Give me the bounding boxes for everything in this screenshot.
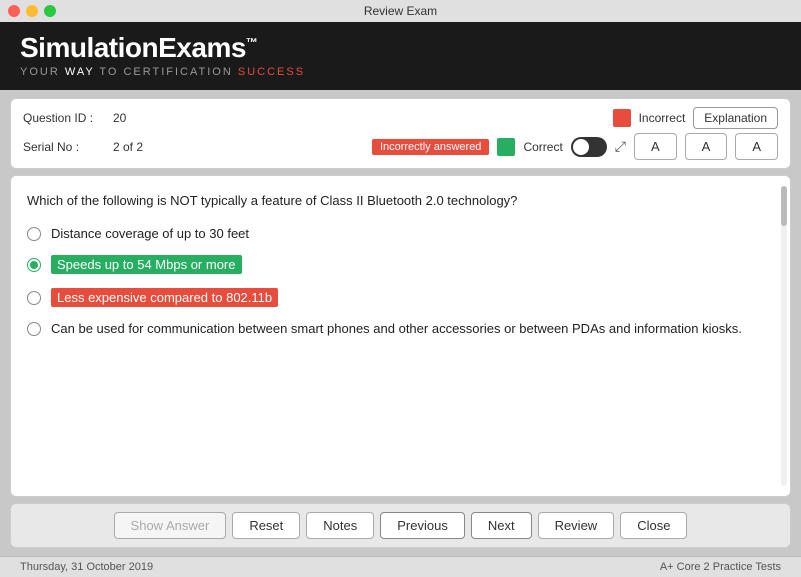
scrollbar-thumb bbox=[781, 186, 787, 226]
reset-button[interactable]: Reset bbox=[232, 512, 300, 539]
correct-dot bbox=[497, 138, 515, 156]
footer-date: Thursday, 31 October 2019 bbox=[20, 561, 153, 573]
show-answer-button[interactable]: Show Answer bbox=[114, 512, 227, 539]
question-id-label: Question ID : bbox=[23, 111, 103, 125]
previous-button[interactable]: Previous bbox=[380, 512, 465, 539]
question-panel: Which of the following is NOT typically … bbox=[10, 175, 791, 497]
incorrect-label: Incorrect bbox=[639, 111, 686, 125]
serial-no-value: 2 of 2 bbox=[113, 140, 362, 154]
incorrect-dot bbox=[613, 109, 631, 127]
explanation-button[interactable]: Explanation bbox=[693, 107, 778, 129]
font-medium-button[interactable]: A bbox=[685, 133, 728, 160]
info-panel: Question ID : 20 Incorrect Explanation S… bbox=[10, 98, 791, 169]
window-controls bbox=[8, 5, 56, 17]
correct-label: Correct bbox=[523, 140, 562, 154]
question-id-row: Question ID : 20 Incorrect Explanation bbox=[23, 107, 778, 129]
maximize-window-button[interactable] bbox=[44, 5, 56, 17]
option-2[interactable]: Speeds up to 54 Mbps or more bbox=[27, 255, 774, 274]
question-id-value: 20 bbox=[113, 111, 603, 125]
option-4-radio[interactable] bbox=[27, 322, 41, 336]
option-1[interactable]: Distance coverage of up to 30 feet bbox=[27, 226, 774, 241]
next-button[interactable]: Next bbox=[471, 512, 532, 539]
font-small-button[interactable]: A bbox=[634, 133, 677, 160]
bottom-bar: Show Answer Reset Notes Previous Next Re… bbox=[10, 503, 791, 548]
app-title: SimulationExams™ bbox=[20, 32, 781, 64]
info-right-row2: Incorrectly answered Correct ⤢ A A A bbox=[372, 133, 778, 160]
window-title: Review Exam bbox=[364, 4, 437, 18]
option-4-text: Can be used for communication between sm… bbox=[51, 321, 742, 336]
footer: Thursday, 31 October 2019 A+ Core 2 Prac… bbox=[0, 556, 801, 577]
serial-no-label: Serial No : bbox=[23, 140, 103, 154]
toggle-knob bbox=[573, 139, 589, 155]
header-banner: SimulationExams™ YOUR WAY TO CERTIFICATI… bbox=[0, 22, 801, 90]
option-3-text: Less expensive compared to 802.11b bbox=[51, 288, 278, 307]
minimize-window-button[interactable] bbox=[26, 5, 38, 17]
scrollbar-track[interactable] bbox=[781, 186, 787, 486]
option-2-radio[interactable] bbox=[27, 258, 41, 272]
fullscreen-icon[interactable]: ⤢ bbox=[615, 138, 626, 155]
option-1-text: Distance coverage of up to 30 feet bbox=[51, 226, 249, 241]
close-button[interactable]: Close bbox=[620, 512, 687, 539]
main-area: Question ID : 20 Incorrect Explanation S… bbox=[0, 90, 801, 556]
option-2-text: Speeds up to 54 Mbps or more bbox=[51, 255, 242, 274]
title-bar: Review Exam bbox=[0, 0, 801, 22]
info-right-row1: Incorrect Explanation bbox=[613, 107, 778, 129]
font-large-button[interactable]: A bbox=[735, 133, 778, 160]
option-3-radio[interactable] bbox=[27, 291, 41, 305]
question-text: Which of the following is NOT typically … bbox=[27, 192, 774, 210]
close-window-button[interactable] bbox=[8, 5, 20, 17]
option-1-radio[interactable] bbox=[27, 227, 41, 241]
app-subtitle: YOUR WAY TO CERTIFICATION SUCCESS bbox=[20, 66, 781, 78]
notes-button[interactable]: Notes bbox=[306, 512, 374, 539]
serial-no-row: Serial No : 2 of 2 Incorrectly answered … bbox=[23, 133, 778, 160]
review-button[interactable]: Review bbox=[538, 512, 615, 539]
footer-product: A+ Core 2 Practice Tests bbox=[660, 561, 781, 573]
incorrectly-answered-badge: Incorrectly answered bbox=[372, 139, 490, 155]
option-4[interactable]: Can be used for communication between sm… bbox=[27, 321, 774, 336]
option-3[interactable]: Less expensive compared to 802.11b bbox=[27, 288, 774, 307]
toggle-switch[interactable] bbox=[571, 137, 607, 157]
